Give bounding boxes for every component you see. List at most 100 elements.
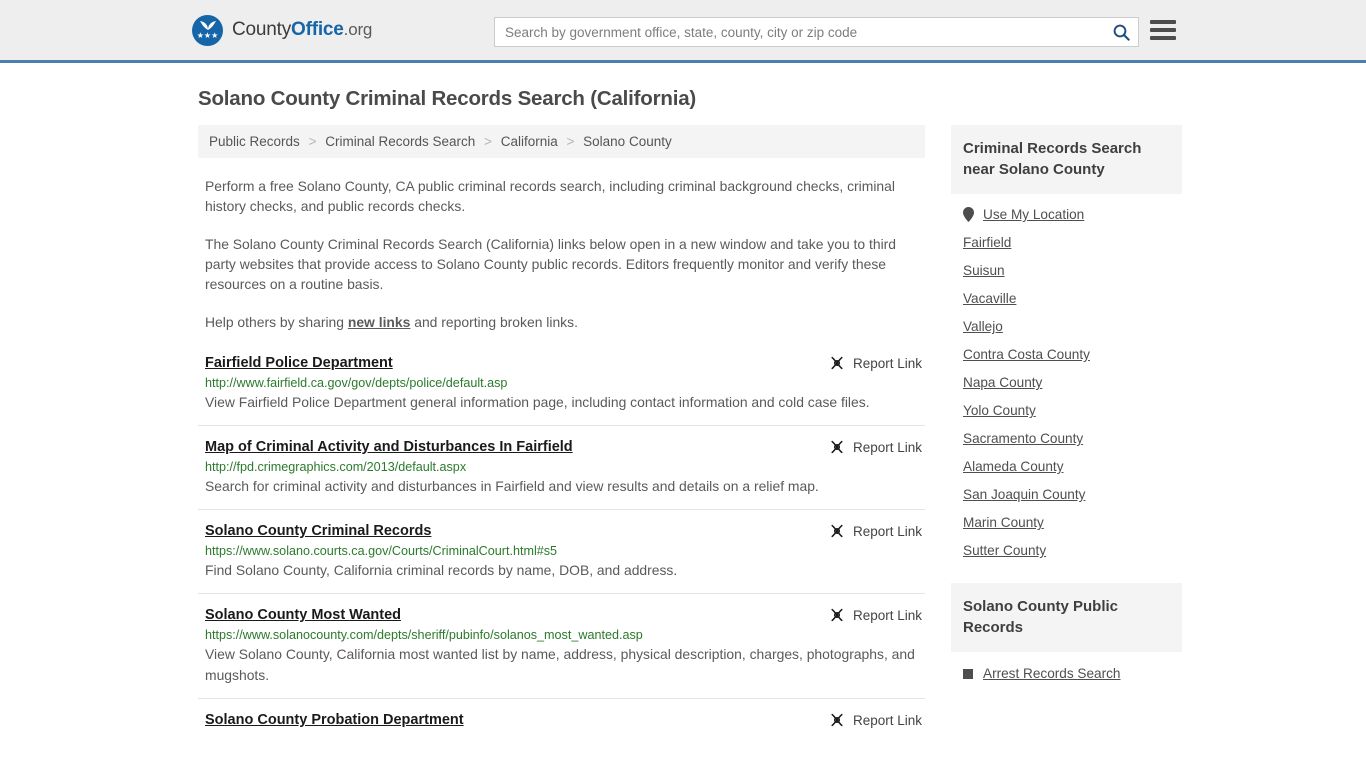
result-item: Map of Criminal Activity and Disturbance… <box>198 438 925 510</box>
sidebar-item-use-my-location[interactable]: Use My Location <box>963 194 1182 222</box>
result-item: Solano County Criminal Records Report Li… <box>198 522 925 594</box>
intro-paragraph-2: The Solano County Criminal Records Searc… <box>205 236 897 292</box>
logo-stars: ★★★ <box>196 30 219 40</box>
intro-p3-before: Help others by sharing <box>205 314 348 330</box>
intro-p3-after: and reporting broken links. <box>410 314 578 330</box>
sidebar-item-arrest-records-search[interactable]: Arrest Records Search <box>951 652 1182 681</box>
sidebar-link[interactable]: Contra Costa County <box>963 347 1090 362</box>
sidebar-link[interactable]: Sutter County <box>963 543 1046 558</box>
use-my-location-link[interactable]: Use My Location <box>983 207 1084 222</box>
breadcrumb-item-solano-county[interactable]: Solano County <box>583 134 672 149</box>
intro-text: Perform a free Solano County, CA public … <box>198 176 925 332</box>
eagle-wing-icon <box>199 20 216 30</box>
sidebar-link[interactable]: San Joaquin County <box>963 487 1085 502</box>
sidebar-link[interactable]: Sacramento County <box>963 431 1083 446</box>
result-item: Fairfield Police Department Report Link … <box>198 354 925 426</box>
square-bullet-icon <box>963 668 973 679</box>
hamburger-bar <box>1150 36 1176 40</box>
broken-link-icon <box>831 713 843 727</box>
sidebar-panel-heading-nearby: Criminal Records Search near Solano Coun… <box>951 125 1182 194</box>
hamburger-bar <box>1150 28 1176 32</box>
hamburger-bar <box>1150 20 1176 24</box>
result-title-link[interactable]: Solano County Most Wanted <box>205 607 401 623</box>
site-logo[interactable]: ★★★ CountyOffice.org <box>192 14 372 46</box>
sidebar-link[interactable]: Yolo County <box>963 403 1036 418</box>
search-box[interactable] <box>494 17 1139 47</box>
result-url: http://www.fairfield.ca.gov/gov/depts/po… <box>205 376 508 390</box>
sidebar-item-sutter-county[interactable]: Sutter County <box>963 530 1182 558</box>
sidebar-link[interactable]: Vacaville <box>963 291 1016 306</box>
sidebar-link[interactable]: Suisun <box>963 263 1005 278</box>
sidebar-item-suisun[interactable]: Suisun <box>963 250 1182 278</box>
sidebar-item-vacaville[interactable]: Vacaville <box>963 278 1182 306</box>
breadcrumb-separator: > <box>308 134 317 149</box>
result-title-link[interactable]: Fairfield Police Department <box>205 355 393 371</box>
sidebar-link[interactable]: Vallejo <box>963 319 1003 334</box>
page-container: Solano County Criminal Records Search (C… <box>0 87 1366 753</box>
sidebar-item-san-joaquin-county[interactable]: San Joaquin County <box>963 474 1182 502</box>
sidebar-item-napa-county[interactable]: Napa County <box>963 362 1182 390</box>
results-list: Fairfield Police Department Report Link … <box>198 354 925 741</box>
logo-text-county: County <box>232 19 292 40</box>
sidebar-item-sacramento-county[interactable]: Sacramento County <box>963 418 1182 446</box>
content-area: Public Records > Criminal Records Search… <box>198 125 1182 753</box>
search-icon <box>1113 24 1130 41</box>
sidebar: Criminal Records Search near Solano Coun… <box>951 125 1182 681</box>
result-title-link[interactable]: Map of Criminal Activity and Disturbance… <box>205 439 573 455</box>
result-description: Search for criminal activity and disturb… <box>205 478 819 494</box>
broken-link-icon <box>831 524 843 538</box>
report-link-button[interactable]: Report Link <box>829 439 922 455</box>
county-office-logo-icon: ★★★ <box>192 14 223 46</box>
sidebar-link[interactable]: Fairfield <box>963 235 1011 250</box>
map-pin-icon <box>963 207 974 222</box>
result-description: Find Solano County, California criminal … <box>205 562 678 578</box>
report-link-button[interactable]: Report Link <box>829 355 922 371</box>
result-url: http://fpd.crimegraphics.com/2013/defaul… <box>205 460 467 474</box>
broken-link-icon <box>831 608 843 622</box>
result-description: View Fairfield Police Department general… <box>205 394 870 410</box>
sidebar-item-contra-costa-county[interactable]: Contra Costa County <box>963 334 1182 362</box>
sidebar-link[interactable]: Arrest Records Search <box>983 666 1121 681</box>
result-title-link[interactable]: Solano County Criminal Records <box>205 523 431 539</box>
report-link-label: Report Link <box>852 523 922 539</box>
logo-wordmark: CountyOffice.org <box>232 19 372 41</box>
search-button[interactable] <box>1104 18 1138 46</box>
logo-text-office: Office <box>291 19 344 40</box>
breadcrumb-item-criminal-records-search[interactable]: Criminal Records Search <box>325 134 475 149</box>
sidebar-item-yolo-county[interactable]: Yolo County <box>963 390 1182 418</box>
sidebar-nearby-links: Use My Location Fairfield Suisun Vacavil… <box>951 194 1182 558</box>
hamburger-menu-icon[interactable] <box>1150 20 1176 40</box>
sidebar-item-fairfield[interactable]: Fairfield <box>963 222 1182 250</box>
sidebar-link[interactable]: Alameda County <box>963 459 1064 474</box>
search-input[interactable] <box>495 18 1104 46</box>
report-link-button[interactable]: Report Link <box>829 712 922 728</box>
result-item: Solano County Most Wanted Report Link ht… <box>198 606 925 699</box>
breadcrumb-item-public-records[interactable]: Public Records <box>209 134 300 149</box>
sidebar-item-alameda-county[interactable]: Alameda County <box>963 446 1182 474</box>
breadcrumb-item-california[interactable]: California <box>501 134 558 149</box>
sidebar-item-marin-county[interactable]: Marin County <box>963 502 1182 530</box>
result-url: https://www.solanocounty.com/depts/sheri… <box>205 628 643 642</box>
broken-link-icon <box>831 440 843 454</box>
breadcrumb: Public Records > Criminal Records Search… <box>198 125 925 158</box>
new-links-link[interactable]: new links <box>348 314 411 330</box>
sidebar-item-vallejo[interactable]: Vallejo <box>963 306 1182 334</box>
result-description: View Solano County, California most want… <box>205 646 915 683</box>
report-link-label: Report Link <box>852 439 922 455</box>
sidebar-link[interactable]: Napa County <box>963 375 1042 390</box>
sidebar-link[interactable]: Marin County <box>963 515 1044 530</box>
report-link-button[interactable]: Report Link <box>829 523 922 539</box>
logo-text-tld: .org <box>343 20 373 39</box>
breadcrumb-separator: > <box>566 134 575 149</box>
breadcrumb-separator: > <box>484 134 492 149</box>
site-header: ★★★ CountyOffice.org <box>0 0 1366 63</box>
result-url: https://www.solano.courts.ca.gov/Courts/… <box>205 544 558 558</box>
intro-paragraph-1: Perform a free Solano County, CA public … <box>205 178 895 214</box>
report-link-label: Report Link <box>852 355 922 371</box>
result-title-link[interactable]: Solano County Probation Department <box>205 712 464 728</box>
page-title: Solano County Criminal Records Search (C… <box>198 87 697 110</box>
sidebar-panel-heading-public-records: Solano County Public Records <box>951 583 1182 652</box>
broken-link-icon <box>831 356 843 370</box>
report-link-button[interactable]: Report Link <box>829 607 922 623</box>
